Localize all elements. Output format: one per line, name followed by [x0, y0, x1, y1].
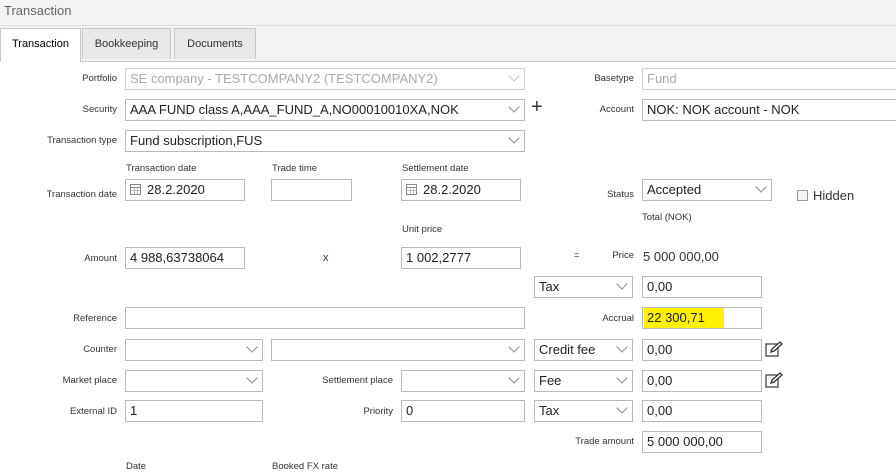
- amount-label: Amount: [84, 253, 117, 264]
- trade-amount-input[interactable]: 5 000 000,00: [642, 431, 762, 453]
- chevron-down-icon: [616, 341, 628, 353]
- edit-icon[interactable]: [765, 341, 783, 357]
- tax-input[interactable]: 0,00: [642, 276, 762, 298]
- external-id-label: External ID: [70, 406, 117, 417]
- tab-bookkeeping[interactable]: Bookkeeping: [82, 28, 171, 59]
- credit-fee-type-value: Credit fee: [539, 342, 596, 357]
- settlement-date-input[interactable]: 28.2.2020: [401, 179, 521, 201]
- chevron-down-icon: [508, 101, 520, 113]
- basetype-field[interactable]: Fund: [642, 68, 896, 90]
- transaction-type-label: Transaction type: [47, 135, 117, 146]
- accrual-value: 22 300,71: [647, 310, 705, 325]
- market-place-select[interactable]: [125, 370, 263, 392]
- chevron-down-icon: [508, 372, 520, 384]
- tax2-type-select[interactable]: Tax: [534, 400, 633, 422]
- accrual-label: Accrual: [602, 313, 634, 324]
- reference-input[interactable]: [125, 307, 525, 329]
- transaction-type-value: Fund subscription,FUS: [130, 133, 263, 148]
- reference-label: Reference: [73, 313, 117, 324]
- priority-label: Priority: [363, 406, 393, 417]
- status-value: Accepted: [647, 182, 702, 197]
- portfolio-value: SE company - TESTCOMPANY2 (TESTCOMPANY2): [130, 71, 438, 86]
- settlement-place-label: Settlement place: [322, 375, 393, 386]
- settlement-date-header: Settlement date: [402, 163, 469, 174]
- hidden-label: Hidden: [813, 188, 855, 203]
- market-place-label: Market place: [62, 375, 117, 386]
- trade-amount-label: Trade amount: [575, 436, 634, 447]
- chevron-down-icon: [755, 181, 767, 193]
- calendar-icon[interactable]: [406, 184, 417, 195]
- counter-select[interactable]: [125, 339, 263, 361]
- transaction-date-input[interactable]: 28.2.2020: [125, 179, 245, 201]
- status-label: Status: [607, 189, 634, 200]
- chevron-down-icon: [508, 341, 520, 353]
- tax2-input[interactable]: 0,00: [642, 400, 762, 422]
- transaction-date-label: Transaction date: [46, 189, 117, 200]
- tax2-type-value: Tax: [539, 403, 560, 418]
- account-select[interactable]: NOK: NOK account - NOK: [642, 99, 896, 121]
- transaction-date-value: 28.2.2020: [147, 182, 205, 197]
- equals-sign: =: [574, 250, 580, 261]
- priority-input[interactable]: 0: [401, 400, 525, 422]
- chevron-down-icon: [508, 70, 520, 82]
- settlement-place-select[interactable]: [401, 370, 525, 392]
- chevron-down-icon: [616, 372, 628, 384]
- add-security-icon[interactable]: +: [531, 97, 543, 117]
- tab-documents[interactable]: Documents: [174, 28, 256, 59]
- date-header: Date: [126, 461, 147, 472]
- chevron-down-icon: [616, 402, 628, 414]
- transaction-type-select[interactable]: Fund subscription,FUS: [125, 130, 525, 152]
- window-titlebar: Transaction: [0, 0, 896, 26]
- tab-bar: Transaction Bookkeeping Documents: [0, 26, 896, 62]
- hidden-checkbox[interactable]: [797, 190, 808, 201]
- fee-type-select[interactable]: Fee: [534, 370, 633, 392]
- portfolio-label: Portfolio: [82, 73, 117, 84]
- portfolio-select[interactable]: SE company - TESTCOMPANY2 (TESTCOMPANY2): [125, 68, 525, 90]
- counter-account-select[interactable]: [271, 339, 525, 361]
- amount-input[interactable]: 4 988,63738064: [125, 247, 245, 269]
- transaction-date-header: Transaction date: [126, 163, 197, 174]
- credit-fee-input[interactable]: 0,00: [642, 339, 762, 361]
- tab-transaction[interactable]: Transaction: [0, 28, 81, 62]
- basetype-label: Basetype: [594, 73, 634, 84]
- credit-fee-select[interactable]: Credit fee: [534, 339, 633, 361]
- status-select[interactable]: Accepted: [642, 179, 772, 201]
- chevron-down-icon: [616, 278, 628, 290]
- tax-type-select[interactable]: Tax: [534, 276, 633, 298]
- window-title: Transaction: [4, 3, 72, 18]
- fee-type-value: Fee: [539, 373, 562, 388]
- tax-type-value: Tax: [539, 279, 560, 294]
- multiply-sign: x: [323, 252, 329, 264]
- price-value: 5 000 000,00: [643, 249, 719, 264]
- security-value: AAA FUND class A,AAA_FUND_A,NO00010010XA…: [130, 102, 459, 117]
- calendar-icon[interactable]: [130, 184, 141, 195]
- chevron-down-icon: [246, 341, 258, 353]
- total-header: Total (NOK): [642, 212, 692, 223]
- edit-icon[interactable]: [765, 372, 783, 388]
- price-label: Price: [612, 250, 634, 261]
- accrual-input[interactable]: 22 300,71: [642, 307, 762, 329]
- settlement-date-value: 28.2.2020: [423, 182, 481, 197]
- chevron-down-icon: [246, 372, 258, 384]
- fee-input[interactable]: 0,00: [642, 370, 762, 392]
- security-label: Security: [82, 104, 117, 115]
- trade-time-input[interactable]: [271, 179, 352, 201]
- chevron-down-icon: [508, 132, 520, 144]
- security-select[interactable]: AAA FUND class A,AAA_FUND_A,NO00010010XA…: [125, 99, 525, 121]
- counter-label: Counter: [83, 344, 117, 355]
- unit-price-header: Unit price: [402, 224, 443, 235]
- trade-time-header: Trade time: [272, 163, 318, 174]
- booked-fx-rate-header: Booked FX rate: [272, 461, 339, 472]
- unit-price-input[interactable]: 1 002,2777: [401, 247, 521, 269]
- external-id-input[interactable]: 1: [125, 400, 263, 422]
- account-label: Account: [599, 104, 634, 115]
